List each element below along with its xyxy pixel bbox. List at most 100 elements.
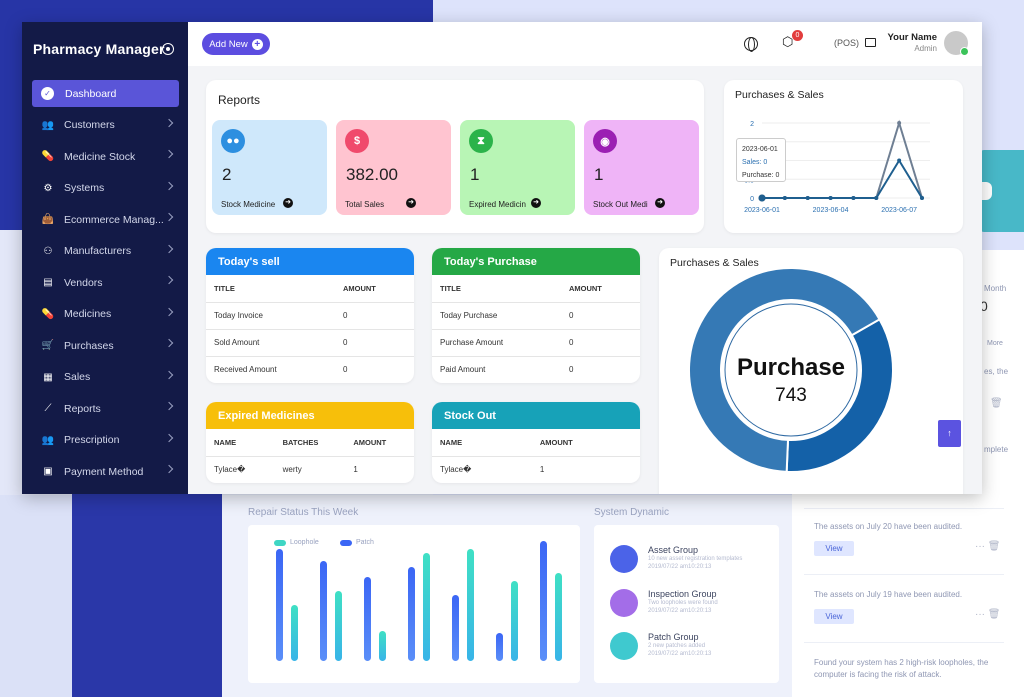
dollar-icon: $ (345, 129, 369, 153)
add-new-label: Add New (209, 38, 248, 50)
stat-value: 382.00 (346, 165, 398, 184)
pills-icon: 💊 (41, 151, 55, 162)
more-icon[interactable]: ··· 🗑 (975, 609, 1000, 620)
sidebar-item-label: Reports (64, 402, 101, 415)
column-header: BATCHES (274, 429, 346, 457)
arrow-right-icon[interactable]: ➜ (283, 198, 293, 208)
stat-card[interactable]: ⧗ 1 Expired Medicin ➜ (460, 120, 575, 215)
chevron-right-icon (164, 370, 174, 379)
globe-icon[interactable] (744, 37, 758, 52)
sidebar-item-label: Purchases (64, 339, 114, 352)
add-new-button[interactable]: Add New + (202, 33, 270, 55)
target-icon[interactable] (162, 43, 174, 55)
topbar: Add New + ⬡ 0 (POS) Your Name Admin (188, 22, 982, 66)
todays-purchase-table: TITLE AMOUNT Today Purchase 0 Purchase Amo… (432, 275, 640, 383)
sidebar-item-purchases[interactable]: 🛒 Purchases (32, 332, 179, 359)
arrow-right-icon[interactable]: ➜ (531, 198, 541, 208)
notification-badge: 0 (792, 30, 803, 41)
stat-value: 2 (222, 165, 232, 184)
sidebar-item-label: Prescription (64, 434, 120, 446)
view-button[interactable]: View (814, 609, 854, 624)
sidebar-item-manufacturers[interactable]: ⚇ Manufacturers (32, 238, 179, 265)
table-cell: Today Purchase (432, 302, 561, 330)
chart-bar (364, 577, 371, 661)
table-cell: Received Amount (214, 365, 277, 375)
sidebar-item-label: Dashboard (65, 87, 117, 100)
table-cell: Paid Amount (440, 365, 486, 375)
sidebar-item-medicine-stock[interactable]: 💊 Medicine Stock (32, 143, 179, 170)
printer-icon[interactable] (865, 38, 876, 47)
sidebar-item-ecommerce-manag[interactable]: 👜 Ecommerce Manag... (32, 206, 179, 233)
chart-bar (320, 561, 327, 661)
dynamic-sub: 10 new asset registration templates (648, 556, 743, 562)
right-fragment: es, the (984, 367, 1009, 376)
system-dynamic-title: System Dynamic (594, 507, 670, 518)
sidebar-item-sales[interactable]: ▦ Sales (32, 364, 179, 391)
receipt-icon: ▦ (43, 371, 53, 383)
arrow-right-icon[interactable]: ➜ (406, 198, 416, 208)
data-point (897, 158, 902, 163)
column-header: NAME (432, 429, 532, 457)
dynamic-title: Patch Group (648, 632, 699, 642)
table-row: Tylace� werty 1 (206, 456, 414, 483)
dynamic-date: 2019/07/22 am10:20:13 (648, 564, 712, 570)
column-header: TITLE (206, 275, 335, 303)
stat-card[interactable]: $ 382.00 Total Sales ➜ (336, 120, 451, 215)
table-cell: Tylace� (214, 465, 246, 475)
stat-value: 1 (594, 165, 604, 184)
sidebar-item-vendors[interactable]: ▤ Vendors (32, 269, 179, 296)
plus-icon: + (251, 38, 263, 50)
chevron-right-icon (164, 275, 174, 285)
pos-link[interactable]: (POS) (834, 38, 859, 48)
arrow-right-icon[interactable]: ➜ (655, 198, 665, 208)
sidebar-item-medicines[interactable]: 💊 Medicines (32, 301, 179, 328)
sidebar-item-reports[interactable]: ⟋ Reports (32, 395, 179, 422)
risk-text: Found your system has 2 high-risk loopho… (814, 658, 989, 679)
reports-title: Reports (218, 93, 261, 107)
chart-bar (540, 541, 547, 661)
view-button[interactable]: View (814, 541, 854, 556)
chevron-right-icon (164, 118, 174, 127)
audit-text: The assets on July 19 have been audited. (814, 590, 963, 599)
pills-icon: 💊 (41, 308, 55, 320)
dynamic-sub: Two loopholes were found (648, 600, 718, 606)
table-row: Sold Amount 0 (206, 329, 414, 357)
sidebar-item-systems[interactable]: ⚙ Systems (32, 175, 179, 202)
system-dynamic-card: Asset Group 10 new asset registration tem… (594, 525, 779, 683)
avatar[interactable] (944, 31, 969, 56)
sidebar-item-payment-method[interactable]: ▣ Payment Method (32, 458, 179, 485)
data-point (805, 196, 810, 200)
table-row: Tylace� 1 (432, 456, 640, 483)
sidebar-item-label: Ecommerce Manag... (64, 213, 164, 226)
user-name[interactable]: Your Name (885, 32, 937, 43)
right-more[interactable]: More (987, 340, 1003, 347)
chevron-right-icon (164, 307, 174, 316)
more-icon[interactable]: ··· 🗑 (975, 541, 1000, 552)
user-role: Admin (914, 44, 937, 53)
shopping-bag-icon: 👜 (41, 214, 55, 225)
trash-icon[interactable]: 🗑 (990, 398, 1003, 409)
chart-bar (276, 549, 283, 661)
dynamic-title: Inspection Group (648, 589, 717, 599)
table-cell: 1 (539, 465, 545, 475)
sidebar-item-customers[interactable]: 👥 Customers (32, 112, 179, 139)
data-point (920, 196, 924, 200)
bandage-icon (610, 632, 638, 660)
stat-card[interactable]: ◉ 1 Stock Out Medi ➜ (584, 120, 699, 215)
chart-bar (335, 591, 342, 661)
background-teal-tab (980, 150, 1024, 232)
table-row: Received Amount 0 (206, 356, 414, 383)
users-icon: 👥 (41, 434, 55, 446)
sidebar-item-prescription[interactable]: 👥 Prescription (32, 427, 179, 454)
chevron-right-icon (164, 212, 174, 222)
dashboard-icon: ✓ (41, 87, 54, 100)
column-header: AMOUNT (531, 429, 640, 457)
chart-bar (291, 605, 298, 661)
sidebar-item-dashboard[interactable]: ✓ Dashboard (32, 80, 179, 107)
divider (804, 574, 1004, 575)
scroll-top-button[interactable]: ↑ (938, 420, 961, 447)
chevron-right-icon (164, 433, 174, 442)
column-header: TITLE (432, 275, 561, 303)
sidebar-item-label: Systems (64, 182, 105, 194)
stat-card[interactable]: ●● 2 Stock Medicine ➜ (212, 120, 327, 215)
